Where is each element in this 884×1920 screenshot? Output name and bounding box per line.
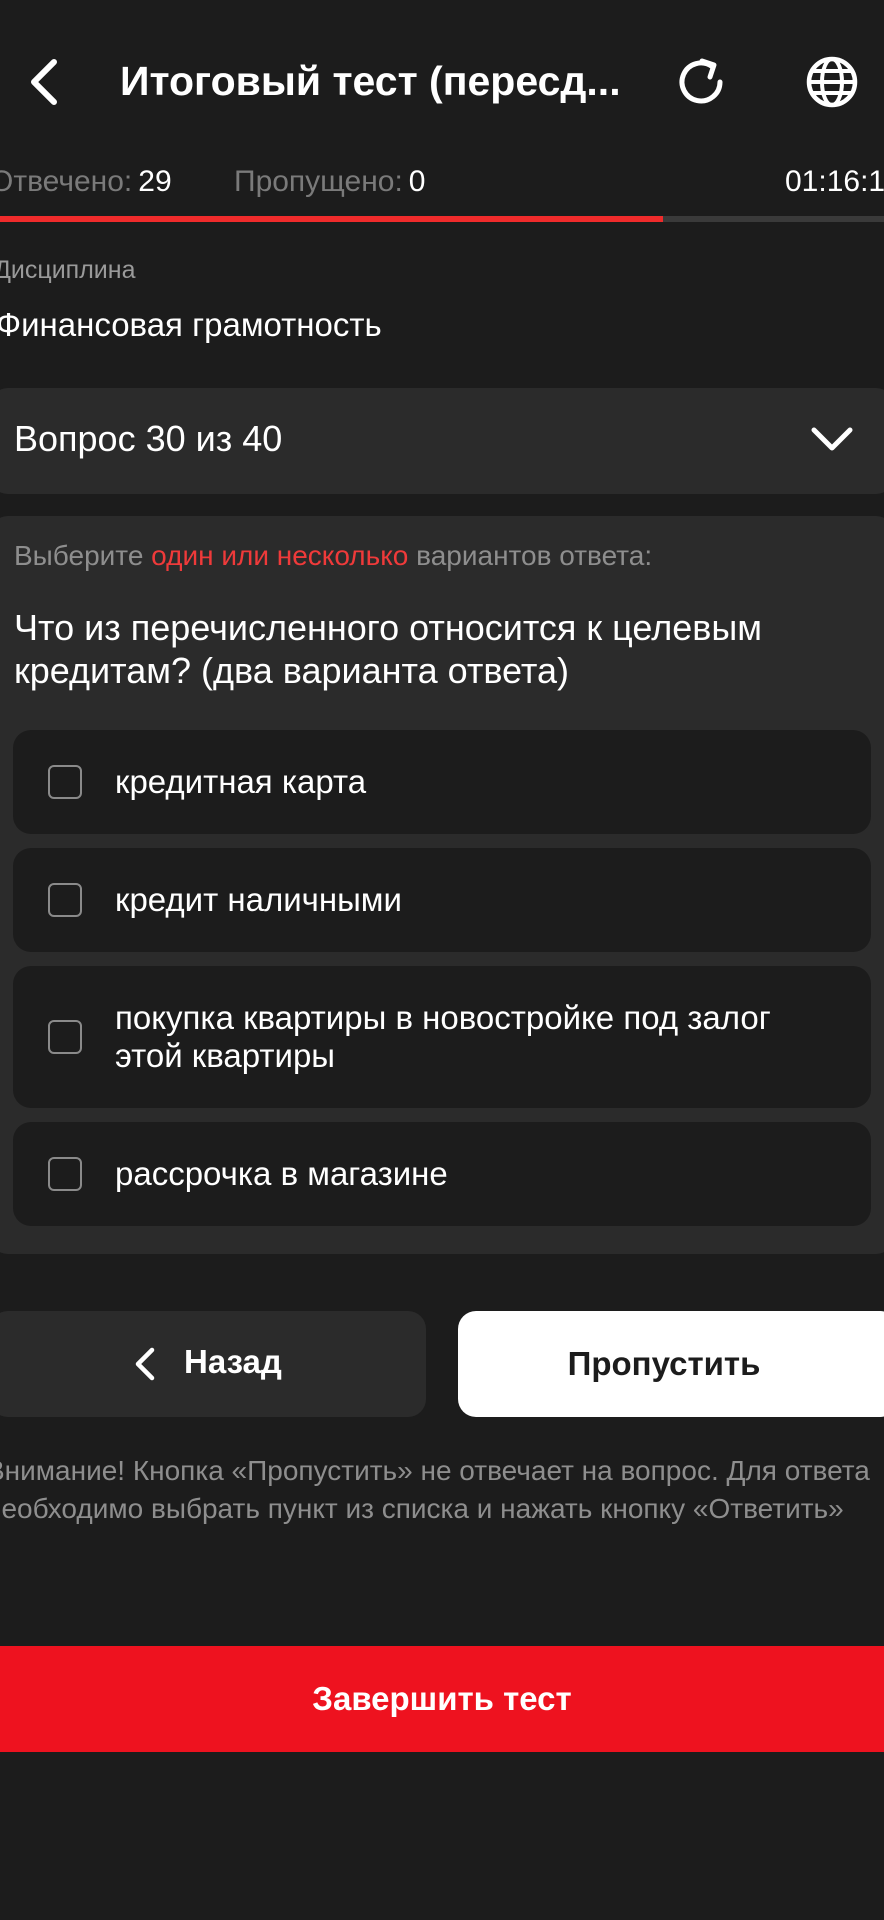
- test-stats: Отвечено:29 Пропущено:0 01:16:15: [0, 160, 884, 204]
- page-title: Итоговый тест (пересд...: [120, 58, 621, 104]
- question-selector[interactable]: Вопрос 30 из 40: [0, 388, 884, 494]
- instruction-highlight: один или несколько: [151, 540, 409, 571]
- timer: 01:16:15: [785, 165, 884, 198]
- instruction-text: Выберите: [14, 540, 152, 571]
- skipped-value: 0: [408, 165, 426, 198]
- progress-bar: [0, 216, 884, 222]
- skip-warning: Внимание! Кнопка «Пропустить» не отвечае…: [0, 1455, 870, 1524]
- chevron-down-icon: [810, 424, 854, 454]
- chevron-left-icon: [132, 1346, 160, 1382]
- option-label: покупка квартиры в новостройке под залог…: [115, 999, 771, 1074]
- top-bar: Итоговый тест (пересд...: [0, 0, 884, 166]
- skip-button-label: Пропустить: [567, 1345, 761, 1382]
- skip-button[interactable]: Пропустить: [458, 1311, 884, 1417]
- discipline-label: Дисциплина: [0, 256, 136, 284]
- globe-icon[interactable]: [802, 52, 862, 112]
- question-card: Выберите один или несколько вариантов от…: [0, 516, 884, 1254]
- checkbox[interactable]: [48, 1157, 82, 1191]
- instruction-text-end: вариантов ответа:: [408, 540, 653, 571]
- skipped-label: Пропущено:: [234, 165, 403, 198]
- progress-fill: [0, 216, 663, 222]
- question-text: Что из перечисленного относится к целевы…: [14, 607, 763, 691]
- back-button[interactable]: Назад: [0, 1311, 426, 1417]
- test-screen: Итоговый тест (пересд... Отвечено: 29 Про…: [0, 0, 884, 1920]
- checkbox[interactable]: [48, 883, 82, 917]
- answered-count: Отвечено: 29: [0, 160, 172, 204]
- question-number: Вопрос 30 из 40: [14, 418, 283, 459]
- checkbox[interactable]: [48, 1020, 82, 1054]
- option-label: рассрочка в магазине: [115, 1155, 448, 1192]
- option-label: кредитная карта: [115, 763, 367, 800]
- answered-label: Отвечено:: [0, 165, 133, 198]
- skipped-count: Пропущено: 0: [234, 160, 425, 204]
- back-button-label: Назад: [184, 1343, 282, 1380]
- answer-option[interactable]: кредитная карта: [13, 730, 871, 834]
- answer-option[interactable]: рассрочка в магазине: [13, 1122, 871, 1226]
- option-label: кредит наличными: [115, 881, 402, 918]
- answered-value: 29: [138, 165, 172, 198]
- discipline-value: Финансовая грамотность: [0, 306, 382, 343]
- answer-option[interactable]: покупка квартиры в новостройке под залог…: [13, 966, 871, 1108]
- answer-option[interactable]: кредит наличными: [13, 848, 871, 952]
- finish-test-button[interactable]: Завершить тест: [0, 1646, 884, 1752]
- refresh-icon[interactable]: [672, 52, 732, 112]
- back-icon[interactable]: [22, 52, 70, 112]
- checkbox[interactable]: [48, 765, 82, 799]
- answer-instruction: Выберите один или несколько вариантов от…: [14, 540, 652, 572]
